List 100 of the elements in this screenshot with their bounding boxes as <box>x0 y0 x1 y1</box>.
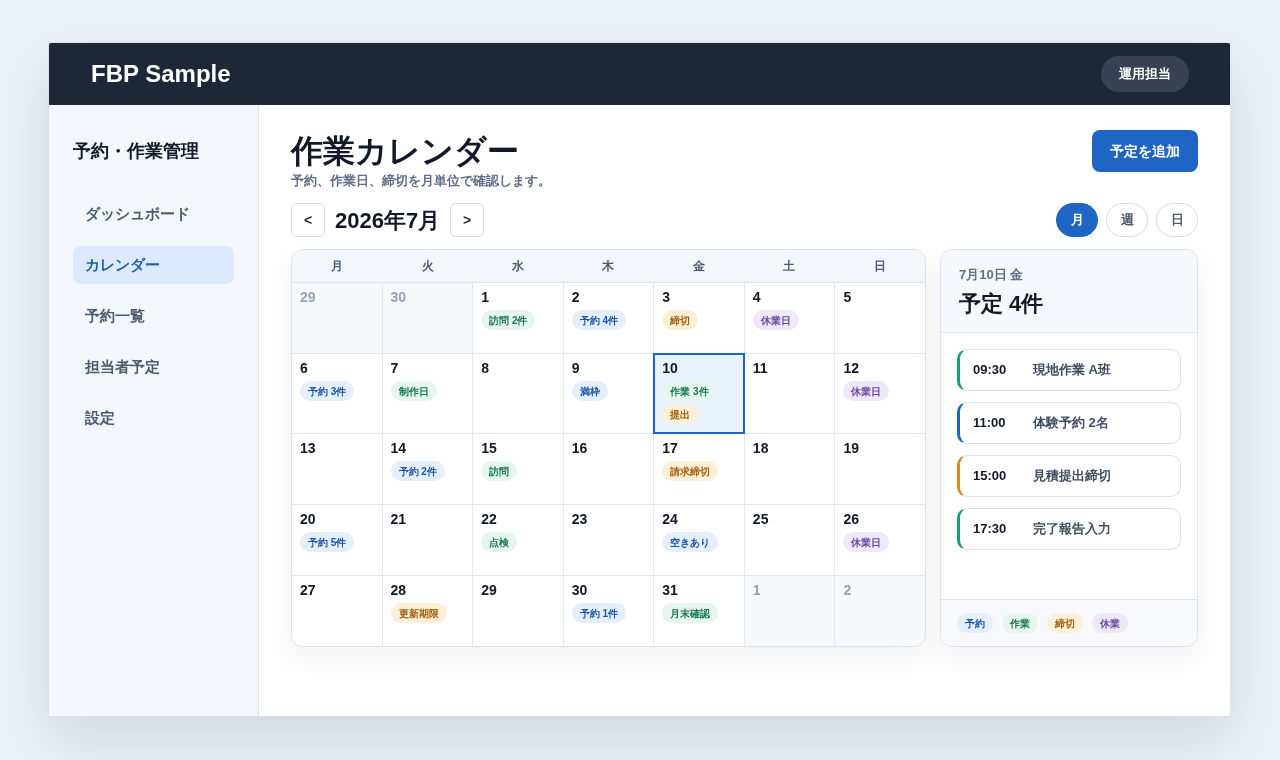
event-tag: 作業 3件 <box>662 381 717 401</box>
day-cell[interactable]: 5 <box>835 283 925 353</box>
nav-item[interactable]: 担当者予定 <box>73 348 234 386</box>
legend-tag: 休業 <box>1092 613 1128 633</box>
add-event-button[interactable]: 予定を追加 <box>1092 130 1198 172</box>
day-cell[interactable]: 1 訪問 2件 <box>473 283 563 353</box>
panel-title: 予定 4件 <box>959 290 1045 318</box>
event-time: 11:00 <box>973 414 1007 433</box>
day-number: 30 <box>571 581 588 600</box>
day-number: 13 <box>300 439 316 458</box>
schedule-item[interactable]: 09:30 現地作業 A班 <box>957 349 1181 391</box>
day-cell[interactable]: 7 制作日 <box>382 354 473 433</box>
event-tag: 更新期限 <box>390 603 447 623</box>
event-tag: 予約 2件 <box>390 461 445 481</box>
view-tab[interactable]: 月 <box>1056 203 1098 237</box>
day-cell[interactable]: 11 <box>744 354 835 433</box>
event-tag: 満枠 <box>571 381 608 401</box>
day-cell[interactable]: 27 <box>292 576 382 646</box>
day-cell[interactable]: 17 請求締切 <box>654 434 744 504</box>
day-cell[interactable]: 21 <box>382 505 473 575</box>
event-time: 09:30 <box>973 361 1008 380</box>
day-number: 22 <box>481 510 497 529</box>
panel-date: 7月10日 金 <box>959 266 1025 284</box>
weekday-label: 土 <box>783 258 796 275</box>
schedule-item[interactable]: 15:00 見積提出締切 <box>957 455 1181 497</box>
nav-item[interactable]: ダッシュボード <box>73 195 234 233</box>
day-number: 19 <box>843 439 859 458</box>
day-number: 21 <box>390 510 407 529</box>
event-time: 17:30 <box>973 520 1008 539</box>
day-number: 11 <box>752 359 768 378</box>
day-cell[interactable]: 30 予約 1件 <box>563 576 654 646</box>
day-cell[interactable]: 10 作業 3件 提出 <box>654 354 744 433</box>
day-number: 2 <box>571 288 580 307</box>
day-number: 29 <box>481 581 497 600</box>
day-cell[interactable]: 16 <box>563 434 654 504</box>
sidebar-title: 予約・作業管理 <box>73 140 200 163</box>
day-cell[interactable]: 15 訪問 <box>473 434 563 504</box>
day-number: 24 <box>662 510 678 529</box>
event-title: 完了報告入力 <box>1033 520 1111 539</box>
day-cell[interactable]: 19 <box>835 434 925 504</box>
weekday-label: 月 <box>331 258 344 275</box>
day-cell[interactable]: 9 満枠 <box>563 354 654 433</box>
weekday-label: 金 <box>692 258 705 275</box>
day-number: 17 <box>662 439 678 458</box>
schedule-item[interactable]: 17:30 完了報告入力 <box>957 508 1181 550</box>
event-tag: 休業日 <box>843 381 890 401</box>
day-number: 8 <box>481 359 489 378</box>
nav-item[interactable]: 予約一覧 <box>73 297 234 335</box>
day-cell[interactable]: 8 <box>473 354 563 433</box>
day-number: 3 <box>662 288 671 307</box>
day-number: 27 <box>300 581 316 600</box>
day-cell[interactable]: 13 <box>292 434 382 504</box>
next-month-button[interactable]: > <box>450 203 485 237</box>
day-number: 1 <box>481 288 489 307</box>
prev-month-button[interactable]: < <box>291 203 325 237</box>
weekday-label: 水 <box>512 258 525 275</box>
weekday-label: 火 <box>421 258 434 275</box>
view-tab[interactable]: 日 <box>1156 203 1198 237</box>
day-cell[interactable]: 22 点検 <box>473 505 563 575</box>
event-time: 15:00 <box>973 467 1008 486</box>
page-title: 作業カレンダー <box>291 132 520 171</box>
day-cell[interactable]: 31 月末確認 <box>654 576 744 646</box>
view-tab[interactable]: 週 <box>1106 203 1148 237</box>
day-cell[interactable]: 12 休業日 <box>835 354 925 433</box>
day-number: 23 <box>571 510 588 529</box>
user-button[interactable]: 運用担当 <box>1101 56 1189 92</box>
event-title: 現地作業 A班 <box>1033 361 1111 380</box>
nav-item[interactable]: カレンダー <box>73 246 234 284</box>
event-tag: 提出 <box>662 404 699 424</box>
event-tag: 締切 <box>662 310 699 330</box>
day-cell[interactable]: 24 空きあり <box>654 505 744 575</box>
day-cell[interactable]: 28 更新期限 <box>382 576 473 646</box>
brand-title: FBP Sample <box>91 59 231 89</box>
day-cell[interactable]: 25 <box>744 505 835 575</box>
day-number: 20 <box>300 510 316 529</box>
day-cell[interactable]: 4 休業日 <box>744 283 835 353</box>
day-cell[interactable]: 14 予約 2件 <box>382 434 473 504</box>
event-title: 体験予約 2名 <box>1033 414 1109 433</box>
day-cell[interactable]: 23 <box>563 505 654 575</box>
legend-tag: 作業 <box>1002 613 1038 633</box>
day-number: 7 <box>390 359 399 378</box>
schedule-item[interactable]: 11:00 体験予約 2名 <box>957 402 1181 444</box>
event-tag: 請求締切 <box>662 461 719 481</box>
day-number: 25 <box>752 510 769 529</box>
day-cell[interactable]: 20 予約 5件 <box>292 505 382 575</box>
event-tag: 予約 4件 <box>571 310 627 330</box>
day-cell[interactable]: 26 休業日 <box>835 505 925 575</box>
day-number: 5 <box>843 288 852 307</box>
month-label: 2026年7月 <box>334 206 442 235</box>
day-cell[interactable]: 29 <box>473 576 563 646</box>
day-cell[interactable]: 3 締切 <box>654 283 744 353</box>
event-tag: 点検 <box>481 532 518 552</box>
page-subtitle: 予約、作業日、締切を月単位で確認します。 <box>291 173 551 189</box>
day-number: 29 <box>300 288 316 307</box>
day-cell[interactable]: 18 <box>744 434 835 504</box>
day-cell[interactable]: 6 予約 3件 <box>292 354 382 433</box>
nav-item[interactable]: 設定 <box>73 399 234 437</box>
day-number: 15 <box>481 439 497 458</box>
event-tag: 予約 5件 <box>300 532 355 552</box>
day-cell[interactable]: 2 予約 4件 <box>563 283 654 353</box>
